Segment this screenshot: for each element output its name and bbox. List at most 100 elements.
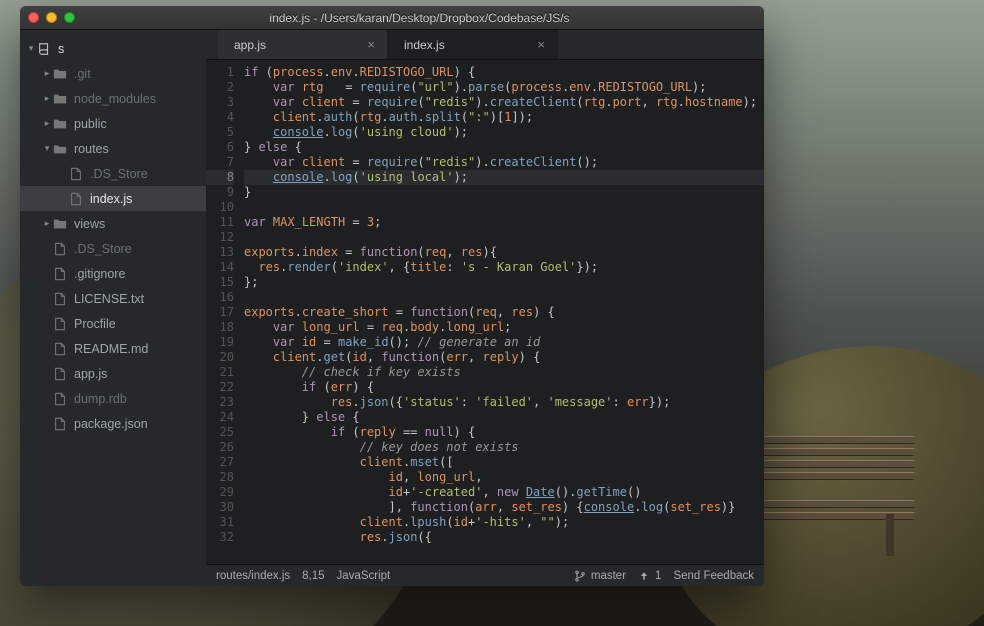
file-icon (52, 316, 68, 332)
tree-item-label: .git (74, 67, 91, 81)
window-title: index.js - /Users/karan/Desktop/Dropbox/… (83, 11, 756, 25)
code-line[interactable]: }; (244, 275, 764, 290)
status-cursor-position[interactable]: 8,15 (302, 570, 324, 582)
line-number-gutter[interactable]: 1234567891011121314151617181920212223242… (206, 60, 240, 564)
code-line[interactable]: var client = require("redis").createClie… (244, 95, 764, 110)
code-line[interactable]: } else { (244, 410, 764, 425)
editor-window: index.js - /Users/karan/Desktop/Dropbox/… (20, 6, 764, 586)
folder-icon (52, 91, 68, 107)
editor-tab[interactable]: app.js × (218, 30, 388, 59)
code-line[interactable]: client.get(id, function(err, reply) { (244, 350, 764, 365)
tree-item-label: public (74, 117, 107, 131)
repo-icon (36, 41, 52, 57)
code-line[interactable]: } else { (244, 140, 764, 155)
code-line[interactable]: ], function(arr, set_res) {console.log(s… (244, 500, 764, 515)
file-icon (52, 416, 68, 432)
titlebar[interactable]: index.js - /Users/karan/Desktop/Dropbox/… (20, 6, 764, 30)
tree-item-label: dump.rdb (74, 392, 127, 406)
tab-bar[interactable]: app.js ×index.js × (206, 30, 764, 60)
arrow-up-icon (638, 570, 650, 582)
code-line[interactable]: res.json({'status': 'failed', 'message':… (244, 395, 764, 410)
code-line[interactable]: client.auth(rtg.auth.split(":")[1]); (244, 110, 764, 125)
tree-file[interactable]: dump.rdb (20, 386, 206, 411)
zoom-window-button[interactable] (64, 12, 75, 23)
code-line[interactable]: console.log('using local'); (244, 170, 764, 185)
tab-label: app.js (234, 38, 266, 52)
tree-file[interactable]: package.json (20, 411, 206, 436)
code-line[interactable]: id+'-created', new Date().getTime() (244, 485, 764, 500)
tree-root[interactable]: ▾ s (20, 36, 206, 61)
code-line[interactable]: var id = make_id(); // generate an id (244, 335, 764, 350)
tree-root-label: s (58, 42, 64, 56)
close-icon[interactable]: × (367, 37, 375, 52)
tree-item-label: .DS_Store (74, 242, 132, 256)
tree-file[interactable]: app.js (20, 361, 206, 386)
folder-icon (52, 216, 68, 232)
tree-item-label: .DS_Store (90, 167, 148, 181)
minimize-window-button[interactable] (46, 12, 57, 23)
tree-folder[interactable]: ▸ node_modules (20, 86, 206, 111)
file-tree-sidebar[interactable]: ▾ s▸ .git▸ node_modules▸ public▾ routes … (20, 30, 206, 586)
code-line[interactable] (244, 290, 764, 305)
chevron-down-icon: ▾ (42, 143, 52, 154)
file-icon (52, 341, 68, 357)
code-line[interactable]: exports.index = function(req, res){ (244, 245, 764, 260)
code-editor[interactable]: 1234567891011121314151617181920212223242… (206, 60, 764, 564)
file-icon (52, 391, 68, 407)
code-area[interactable]: if (process.env.REDISTOGO_URL) { var rtg… (240, 60, 764, 564)
tree-item-label: package.json (74, 417, 148, 431)
tree-file[interactable]: LICENSE.txt (20, 286, 206, 311)
tree-file[interactable]: index.js (20, 186, 206, 211)
tree-folder[interactable]: ▾ routes (20, 136, 206, 161)
tree-item-label: index.js (90, 192, 132, 206)
code-line[interactable] (244, 200, 764, 215)
tree-file[interactable]: .DS_Store (20, 236, 206, 261)
status-git-ahead[interactable]: 1 (638, 570, 661, 582)
code-line[interactable]: } (244, 185, 764, 200)
close-window-button[interactable] (28, 12, 39, 23)
status-send-feedback[interactable]: Send Feedback (673, 570, 754, 582)
file-icon (68, 191, 84, 207)
tree-file[interactable]: README.md (20, 336, 206, 361)
tree-folder[interactable]: ▸ .git (20, 61, 206, 86)
tree-item-label: LICENSE.txt (74, 292, 144, 306)
code-line[interactable]: if (process.env.REDISTOGO_URL) { (244, 65, 764, 80)
status-file-path[interactable]: routes/index.js (216, 570, 290, 582)
code-line[interactable]: var rtg = require("url").parse(process.e… (244, 80, 764, 95)
code-line[interactable]: client.lpush(id+'-hits', ""); (244, 515, 764, 530)
status-language[interactable]: JavaScript (337, 570, 391, 582)
code-line[interactable]: res.render('index', {title: 's - Karan G… (244, 260, 764, 275)
code-line[interactable]: console.log('using cloud'); (244, 125, 764, 140)
tree-item-label: routes (74, 142, 109, 156)
tree-folder[interactable]: ▸ views (20, 211, 206, 236)
tree-file[interactable]: Procfile (20, 311, 206, 336)
status-git-branch[interactable]: master (574, 570, 626, 582)
git-branch-icon (574, 570, 586, 582)
code-line[interactable]: id, long_url, (244, 470, 764, 485)
tree-item-label: README.md (74, 342, 148, 356)
code-line[interactable]: var long_url = req.body.long_url; (244, 320, 764, 335)
code-line[interactable]: client.mset([ (244, 455, 764, 470)
editor-tab[interactable]: index.js × (388, 30, 558, 59)
code-line[interactable]: // key does not exists (244, 440, 764, 455)
code-line[interactable]: var client = require("redis").createClie… (244, 155, 764, 170)
tree-item-label: Procfile (74, 317, 116, 331)
code-line[interactable]: exports.create_short = function(req, res… (244, 305, 764, 320)
tree-folder[interactable]: ▸ public (20, 111, 206, 136)
code-line[interactable] (244, 230, 764, 245)
status-bar[interactable]: routes/index.js 8,15 JavaScript master 1… (206, 564, 764, 586)
code-line[interactable]: var MAX_LENGTH = 3; (244, 215, 764, 230)
chevron-right-icon: ▸ (42, 118, 52, 129)
chevron-right-icon: ▸ (42, 93, 52, 104)
file-icon (52, 366, 68, 382)
close-icon[interactable]: × (537, 37, 545, 52)
folder-icon (52, 66, 68, 82)
tree-file[interactable]: .DS_Store (20, 161, 206, 186)
file-icon (52, 241, 68, 257)
tree-item-label: .gitignore (74, 267, 125, 281)
code-line[interactable]: if (reply == null) { (244, 425, 764, 440)
code-line[interactable]: // check if key exists (244, 365, 764, 380)
code-line[interactable]: if (err) { (244, 380, 764, 395)
tree-file[interactable]: .gitignore (20, 261, 206, 286)
code-line[interactable]: res.json({ (244, 530, 764, 545)
